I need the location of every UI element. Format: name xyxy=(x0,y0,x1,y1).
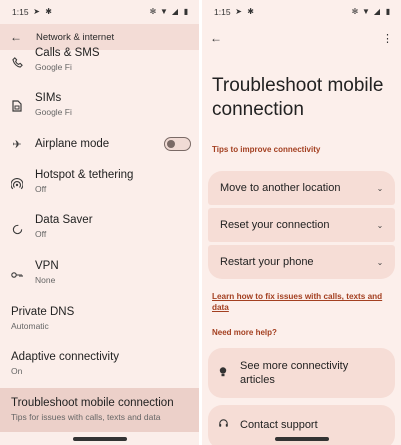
send-icon: ➤ xyxy=(33,7,40,16)
page-title: Troubleshoot mobile connection xyxy=(212,75,384,120)
tip-label: Move to another location xyxy=(220,182,341,194)
help-label: See more connectivity articles xyxy=(240,360,349,386)
toggle-knob xyxy=(167,139,175,148)
learn-more-link[interactable]: Learn how to fix issues with calls, text… xyxy=(212,291,394,313)
sim-icon xyxy=(11,100,23,112)
list-item-calls-sms[interactable]: Calls & SMS Google Fi xyxy=(0,47,199,79)
item-title: Airplane mode xyxy=(35,138,110,150)
list-item-hotspot[interactable]: Hotspot & tethering Off xyxy=(0,169,199,201)
item-subtitle: None xyxy=(35,275,56,285)
list-item-vpn[interactable]: VPN None xyxy=(0,260,199,292)
send-icon: ➤ xyxy=(235,7,242,16)
page-title: Network & internet xyxy=(36,31,115,43)
status-time: 1:15 xyxy=(214,7,231,17)
item-title: Private DNS xyxy=(11,306,75,318)
item-title: Troubleshoot mobile connection xyxy=(11,397,174,409)
item-title: Data Saver xyxy=(35,214,93,226)
tip-reset-connection[interactable]: Reset your connection ⌄ xyxy=(208,208,395,242)
list-item-adaptive-connectivity[interactable]: Adaptive connectivity On xyxy=(0,351,199,383)
gesture-nav-handle[interactable] xyxy=(275,437,329,441)
status-time: 1:15 xyxy=(12,7,29,17)
bluetooth-icon: ✻ xyxy=(149,7,157,16)
list-item-airplane-mode[interactable]: ✈ Airplane mode xyxy=(0,136,199,154)
item-title: Calls & SMS xyxy=(35,47,100,59)
item-subtitle: Automatic xyxy=(11,321,49,331)
item-subtitle: Google Fi xyxy=(35,107,72,117)
item-subtitle: On xyxy=(11,366,23,376)
tip-move-location[interactable]: Move to another location ⌄ xyxy=(208,171,395,205)
airplane-icon: ✈ xyxy=(12,138,22,151)
settings-notification-icon: ✱ xyxy=(45,7,52,16)
chevron-down-icon: ⌄ xyxy=(376,220,384,230)
vpn-key-icon xyxy=(11,269,23,281)
item-title: Adaptive connectivity xyxy=(11,351,120,363)
back-arrow-icon[interactable]: ← xyxy=(10,30,22,44)
hotspot-icon xyxy=(11,178,23,190)
signal-icon: ◢ xyxy=(373,7,381,16)
tip-restart-phone[interactable]: Restart your phone ⌄ xyxy=(208,245,395,279)
airplane-mode-toggle[interactable] xyxy=(164,137,191,151)
list-item-sims[interactable]: SIMs Google Fi xyxy=(0,92,199,124)
settings-notification-icon: ✱ xyxy=(247,7,254,16)
battery-icon: ▮ xyxy=(385,7,391,16)
bluetooth-icon: ✻ xyxy=(351,7,359,16)
status-bar: 1:15 ➤ ✱ ✻ ▼ ◢ ▮ xyxy=(202,0,401,24)
list-item-data-saver[interactable]: Data Saver Off xyxy=(0,214,199,246)
chevron-down-icon: ⌄ xyxy=(376,183,384,193)
help-label: Contact support xyxy=(240,419,318,431)
support-headset-icon xyxy=(218,418,229,432)
signal-icon: ◢ xyxy=(171,7,179,16)
back-arrow-icon[interactable]: ← xyxy=(210,31,222,45)
help-heading: Need more help? xyxy=(212,328,277,337)
item-title: Hotspot & tethering xyxy=(35,169,134,181)
item-subtitle: Off xyxy=(35,184,47,194)
tip-label: Restart your phone xyxy=(220,256,314,268)
top-app-bar: ← ⋮ xyxy=(202,24,401,52)
status-bar: 1:15 ➤ ✱ ✻ ▼ ◢ ▮ xyxy=(0,0,199,24)
item-subtitle: Off xyxy=(35,229,47,239)
gesture-nav-handle[interactable] xyxy=(73,437,127,441)
more-articles-card[interactable]: See more connectivity articles xyxy=(208,348,395,398)
more-options-icon[interactable]: ⋮ xyxy=(382,32,393,45)
network-internet-screen: 1:15 ➤ ✱ ✻ ▼ ◢ ▮ ← Network & internet Ca… xyxy=(0,0,199,445)
item-subtitle: Google Fi xyxy=(35,62,72,72)
calls-icon xyxy=(11,56,23,68)
tip-label: Reset your connection xyxy=(220,219,330,231)
list-item-private-dns[interactable]: Private DNS Automatic xyxy=(0,306,199,338)
troubleshoot-screen: 1:15 ➤ ✱ ✻ ▼ ◢ ▮ ← ⋮ Troubleshoot mobile… xyxy=(202,0,401,445)
list-item-troubleshoot-mobile-connection[interactable]: Troubleshoot mobile connection Tips for … xyxy=(0,397,199,429)
item-title: SIMs xyxy=(35,92,62,104)
item-title: VPN xyxy=(35,260,59,272)
tips-heading: Tips to improve connectivity xyxy=(212,145,321,154)
lightbulb-icon xyxy=(218,366,228,381)
wifi-icon: ▼ xyxy=(362,7,370,16)
battery-icon: ▮ xyxy=(183,7,189,16)
wifi-icon: ▼ xyxy=(160,7,168,16)
item-subtitle: Tips for issues with calls, texts and da… xyxy=(11,412,161,422)
data-saver-icon xyxy=(11,223,23,235)
chevron-down-icon: ⌄ xyxy=(376,257,384,267)
